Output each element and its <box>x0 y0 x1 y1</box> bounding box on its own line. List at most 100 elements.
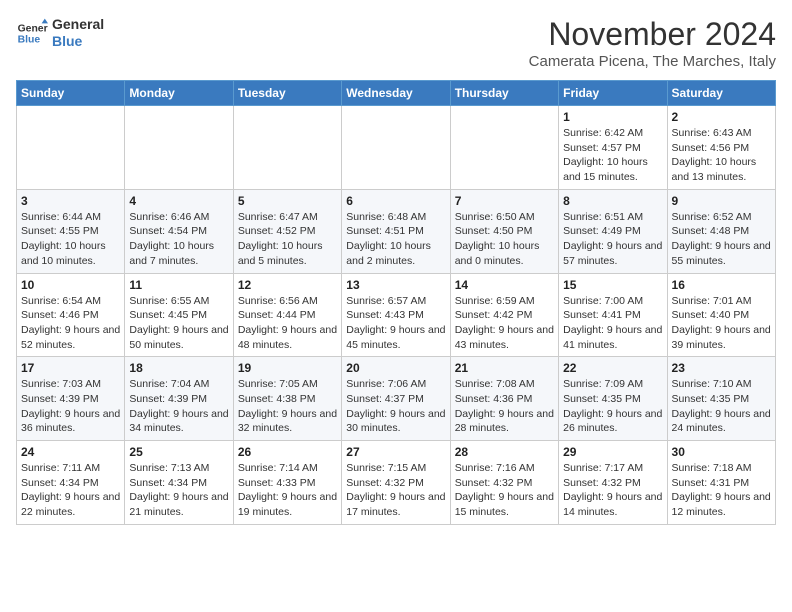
day-info: Sunrise: 7:08 AM Sunset: 4:36 PM Dayligh… <box>455 377 554 436</box>
day-number: 16 <box>672 278 771 292</box>
day-info: Sunrise: 6:56 AM Sunset: 4:44 PM Dayligh… <box>238 294 337 353</box>
day-info: Sunrise: 7:16 AM Sunset: 4:32 PM Dayligh… <box>455 461 554 520</box>
logo-blue: Blue <box>52 33 104 50</box>
location-subtitle: Camerata Picena, The Marches, Italy <box>529 53 776 70</box>
weekday-header-thursday: Thursday <box>450 81 558 106</box>
day-info: Sunrise: 6:57 AM Sunset: 4:43 PM Dayligh… <box>346 294 445 353</box>
day-info: Sunrise: 7:17 AM Sunset: 4:32 PM Dayligh… <box>563 461 662 520</box>
day-info: Sunrise: 6:46 AM Sunset: 4:54 PM Dayligh… <box>129 210 228 269</box>
logo-general: General <box>52 16 104 33</box>
day-info: Sunrise: 7:03 AM Sunset: 4:39 PM Dayligh… <box>21 377 120 436</box>
calendar-cell: 10 Sunrise: 6:54 AM Sunset: 4:46 PM Dayli… <box>17 273 125 357</box>
day-info: Sunrise: 7:06 AM Sunset: 4:37 PM Dayligh… <box>346 377 445 436</box>
day-info: Sunrise: 6:55 AM Sunset: 4:45 PM Dayligh… <box>129 294 228 353</box>
day-number: 13 <box>346 278 445 292</box>
calendar-week-row: 24Sunrise: 7:11 AM Sunset: 4:34 PM Dayli… <box>17 441 776 525</box>
day-number: 4 <box>129 194 228 208</box>
day-number: 2 <box>672 110 771 124</box>
calendar-cell: 2 Sunrise: 6:43 AM Sunset: 4:56 PM Daylig… <box>667 106 775 190</box>
logo-icon: General Blue <box>16 17 48 49</box>
calendar-week-row: 10 Sunrise: 6:54 AM Sunset: 4:46 PM Dayli… <box>17 273 776 357</box>
month-year-title: November 2024 <box>529 16 776 53</box>
day-number: 20 <box>346 361 445 375</box>
day-info: Sunrise: 7:09 AM Sunset: 4:35 PM Dayligh… <box>563 377 662 436</box>
day-number: 19 <box>238 361 337 375</box>
day-number: 14 <box>455 278 554 292</box>
day-number: 11 <box>129 278 228 292</box>
day-number: 25 <box>129 445 228 459</box>
calendar-cell: 27 Sunrise: 7:15 AM Sunset: 4:32 PM Dayli… <box>342 441 450 525</box>
weekday-header-saturday: Saturday <box>667 81 775 106</box>
day-number: 26 <box>238 445 337 459</box>
day-info: Sunrise: 6:54 AM Sunset: 4:46 PM Dayligh… <box>21 294 120 353</box>
calendar-cell <box>125 106 233 190</box>
calendar-cell: 11 Sunrise: 6:55 AM Sunset: 4:45 PM Dayli… <box>125 273 233 357</box>
day-number: 3 <box>21 194 120 208</box>
calendar-cell: 25 Sunrise: 7:13 AM Sunset: 4:34 PM Dayli… <box>125 441 233 525</box>
calendar-cell: 12 Sunrise: 6:56 AM Sunset: 4:44 PM Dayli… <box>233 273 341 357</box>
page-header: General Blue General Blue November 2024 … <box>16 16 776 70</box>
day-info: Sunrise: 7:01 AM Sunset: 4:40 PM Dayligh… <box>672 294 771 353</box>
calendar-cell <box>17 106 125 190</box>
calendar-cell: 24Sunrise: 7:11 AM Sunset: 4:34 PM Dayli… <box>17 441 125 525</box>
calendar-cell: 17 Sunrise: 7:03 AM Sunset: 4:39 PM Dayli… <box>17 357 125 441</box>
calendar-cell: 19 Sunrise: 7:05 AM Sunset: 4:38 PM Dayli… <box>233 357 341 441</box>
calendar-cell: 3 Sunrise: 6:44 AM Sunset: 4:55 PM Daylig… <box>17 189 125 273</box>
calendar-cell: 26 Sunrise: 7:14 AM Sunset: 4:33 PM Dayli… <box>233 441 341 525</box>
day-number: 10 <box>21 278 120 292</box>
day-number: 15 <box>563 278 662 292</box>
weekday-header-wednesday: Wednesday <box>342 81 450 106</box>
day-info: Sunrise: 6:42 AM Sunset: 4:57 PM Dayligh… <box>563 126 662 185</box>
day-info: Sunrise: 6:59 AM Sunset: 4:42 PM Dayligh… <box>455 294 554 353</box>
calendar-cell: 13 Sunrise: 6:57 AM Sunset: 4:43 PM Dayli… <box>342 273 450 357</box>
calendar-cell: 28 Sunrise: 7:16 AM Sunset: 4:32 PM Dayli… <box>450 441 558 525</box>
calendar-cell: 4 Sunrise: 6:46 AM Sunset: 4:54 PM Daylig… <box>125 189 233 273</box>
calendar-cell: 8 Sunrise: 6:51 AM Sunset: 4:49 PM Daylig… <box>559 189 667 273</box>
day-info: Sunrise: 7:00 AM Sunset: 4:41 PM Dayligh… <box>563 294 662 353</box>
day-info: Sunrise: 6:44 AM Sunset: 4:55 PM Dayligh… <box>21 210 120 269</box>
weekday-header-monday: Monday <box>125 81 233 106</box>
day-info: Sunrise: 7:05 AM Sunset: 4:38 PM Dayligh… <box>238 377 337 436</box>
svg-text:Blue: Blue <box>18 34 41 45</box>
day-info: Sunrise: 7:04 AM Sunset: 4:39 PM Dayligh… <box>129 377 228 436</box>
day-info: Sunrise: 7:11 AM Sunset: 4:34 PM Dayligh… <box>21 461 120 520</box>
day-number: 28 <box>455 445 554 459</box>
day-info: Sunrise: 7:18 AM Sunset: 4:31 PM Dayligh… <box>672 461 771 520</box>
calendar-cell: 30 Sunrise: 7:18 AM Sunset: 4:31 PM Dayli… <box>667 441 775 525</box>
calendar-cell: 6Sunrise: 6:48 AM Sunset: 4:51 PM Daylig… <box>342 189 450 273</box>
day-info: Sunrise: 7:15 AM Sunset: 4:32 PM Dayligh… <box>346 461 445 520</box>
day-info: Sunrise: 7:10 AM Sunset: 4:35 PM Dayligh… <box>672 377 771 436</box>
calendar-cell <box>342 106 450 190</box>
title-block: November 2024 Camerata Picena, The March… <box>529 16 776 70</box>
day-number: 30 <box>672 445 771 459</box>
day-info: Sunrise: 6:47 AM Sunset: 4:52 PM Dayligh… <box>238 210 337 269</box>
weekday-header-friday: Friday <box>559 81 667 106</box>
day-info: Sunrise: 6:50 AM Sunset: 4:50 PM Dayligh… <box>455 210 554 269</box>
weekday-header-sunday: Sunday <box>17 81 125 106</box>
calendar-cell: 15 Sunrise: 7:00 AM Sunset: 4:41 PM Dayli… <box>559 273 667 357</box>
calendar-cell: 20 Sunrise: 7:06 AM Sunset: 4:37 PM Dayli… <box>342 357 450 441</box>
day-info: Sunrise: 6:43 AM Sunset: 4:56 PM Dayligh… <box>672 126 771 185</box>
day-number: 12 <box>238 278 337 292</box>
day-info: Sunrise: 7:13 AM Sunset: 4:34 PM Dayligh… <box>129 461 228 520</box>
day-info: Sunrise: 7:14 AM Sunset: 4:33 PM Dayligh… <box>238 461 337 520</box>
day-number: 18 <box>129 361 228 375</box>
day-number: 1 <box>563 110 662 124</box>
day-number: 8 <box>563 194 662 208</box>
calendar-cell: 29Sunrise: 7:17 AM Sunset: 4:32 PM Dayli… <box>559 441 667 525</box>
day-info: Sunrise: 6:52 AM Sunset: 4:48 PM Dayligh… <box>672 210 771 269</box>
day-number: 7 <box>455 194 554 208</box>
calendar-week-row: 17 Sunrise: 7:03 AM Sunset: 4:39 PM Dayli… <box>17 357 776 441</box>
day-number: 17 <box>21 361 120 375</box>
calendar-cell <box>233 106 341 190</box>
calendar-cell: 14 Sunrise: 6:59 AM Sunset: 4:42 PM Dayli… <box>450 273 558 357</box>
day-number: 5 <box>238 194 337 208</box>
calendar-cell: 21Sunrise: 7:08 AM Sunset: 4:36 PM Dayli… <box>450 357 558 441</box>
weekday-header-tuesday: Tuesday <box>233 81 341 106</box>
calendar-cell: 18 Sunrise: 7:04 AM Sunset: 4:39 PM Dayli… <box>125 357 233 441</box>
calendar-cell: 16 Sunrise: 7:01 AM Sunset: 4:40 PM Dayli… <box>667 273 775 357</box>
svg-text:General: General <box>18 23 48 34</box>
day-info: Sunrise: 6:51 AM Sunset: 4:49 PM Dayligh… <box>563 210 662 269</box>
weekday-header-row: SundayMondayTuesdayWednesdayThursdayFrid… <box>17 81 776 106</box>
day-number: 27 <box>346 445 445 459</box>
